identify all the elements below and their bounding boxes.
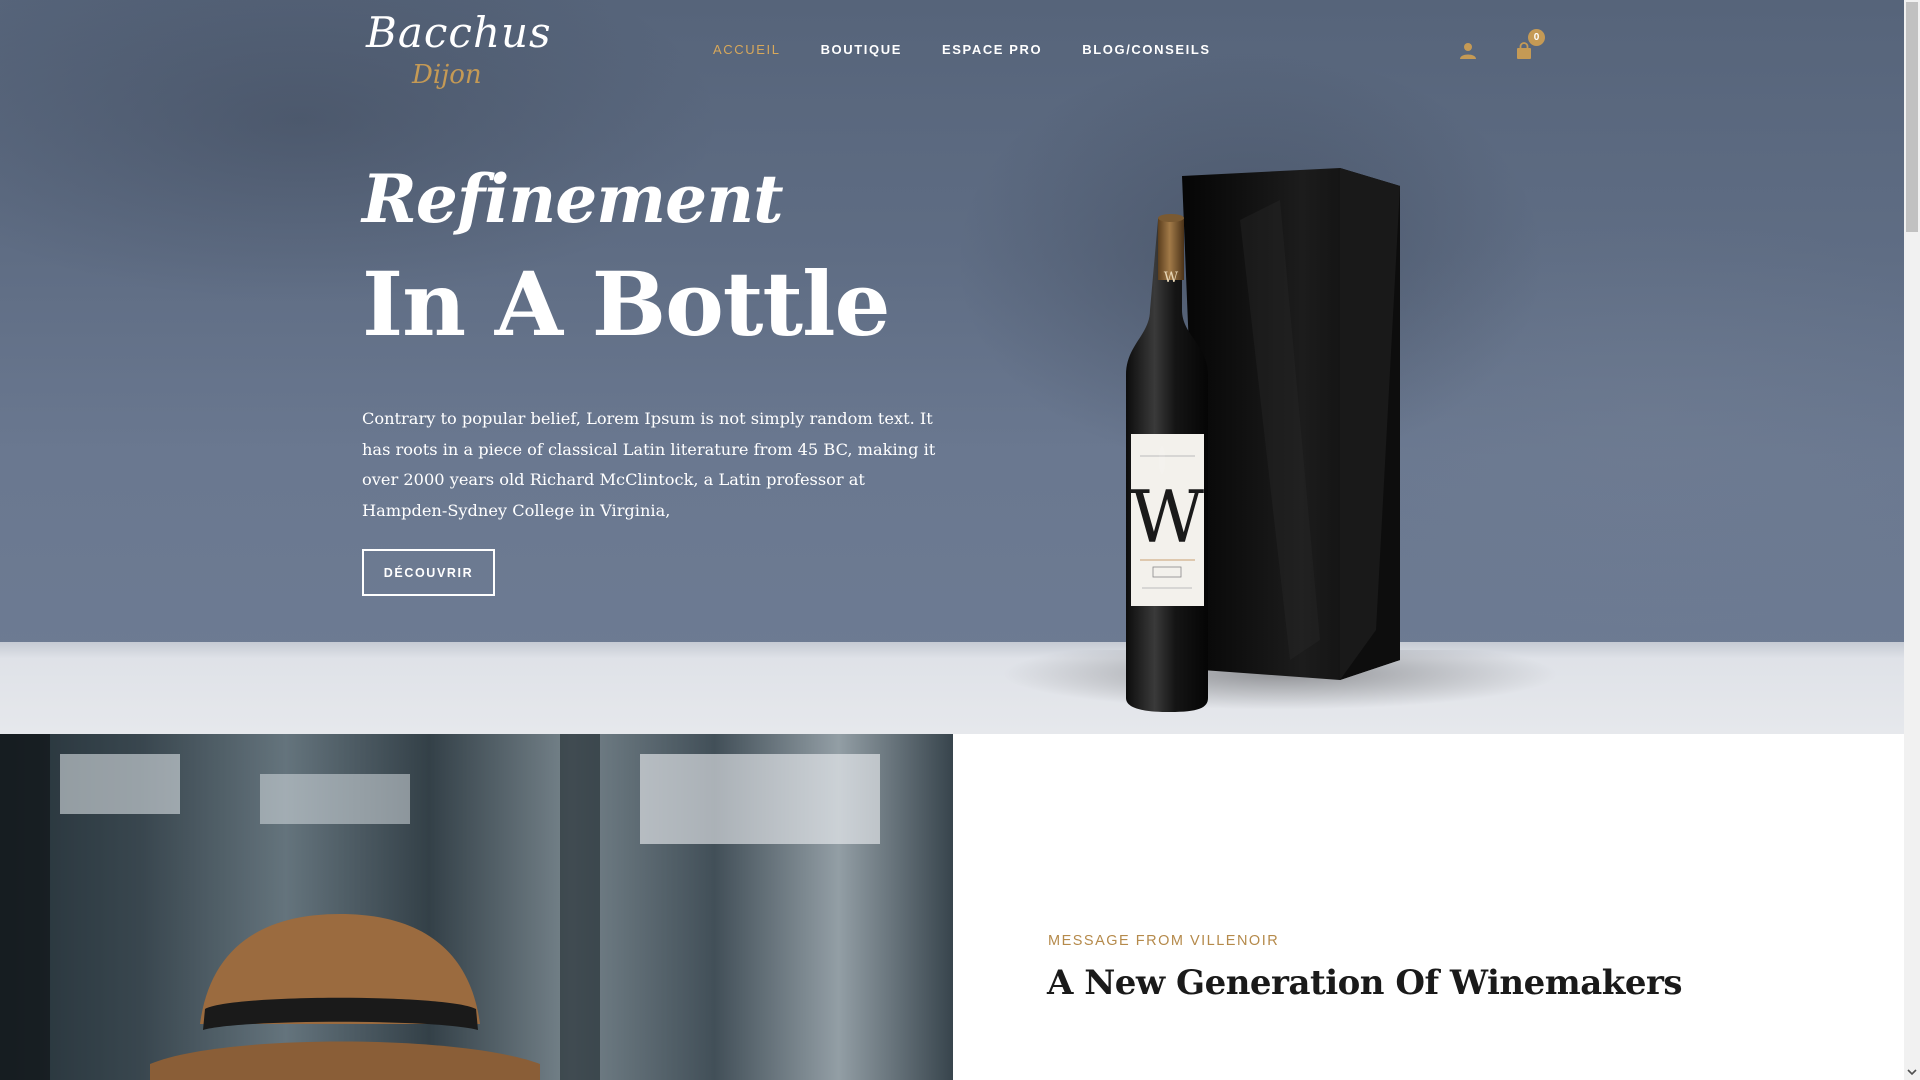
about-section: MESSAGE FROM VILLENOIR A New Generation … bbox=[953, 734, 1904, 1080]
shopping-bag-icon[interactable] bbox=[1516, 42, 1532, 60]
about-kicker: MESSAGE FROM VILLENOIR bbox=[1048, 933, 1280, 949]
hero-description: Contrary to popular belief, Lorem Ipsum … bbox=[362, 409, 936, 520]
winemaker-photo bbox=[0, 734, 953, 1080]
nav-item-boutique[interactable]: BOUTIQUE bbox=[821, 42, 902, 57]
site-logo[interactable]: Bacchus Dijon bbox=[366, 8, 551, 92]
main-nav: ACCUEIL BOUTIQUE ESPACE PRO BLOG/CONSEIL… bbox=[713, 42, 1211, 57]
hero-section: Bacchus Dijon ACCUEIL BOUTIQUE ESPACE PR… bbox=[0, 0, 1904, 734]
cart-count-badge: 0 bbox=[1528, 29, 1545, 46]
photo-scene bbox=[0, 734, 953, 1080]
logo-sub-text: Dijon bbox=[412, 60, 482, 90]
wine-bottle-product-image: W W bbox=[1126, 168, 1400, 712]
scroll-down-arrow-icon[interactable] bbox=[1907, 1068, 1917, 1076]
hero-title-line1: Refinement bbox=[362, 160, 784, 238]
page-scrollbar[interactable] bbox=[1904, 0, 1920, 1080]
about-title: A New Generation Of Winemakers bbox=[1047, 963, 1683, 1003]
nav-item-espace-pro[interactable]: ESPACE PRO bbox=[942, 42, 1042, 57]
logo-main-text: Bacchus bbox=[366, 8, 552, 57]
nav-item-accueil[interactable]: ACCUEIL bbox=[713, 42, 781, 57]
cap-monogram: W bbox=[1164, 270, 1179, 286]
discover-button[interactable]: DÉCOUVRIR bbox=[362, 549, 495, 596]
hero-title-line2: In A Bottle bbox=[362, 252, 890, 356]
nav-item-blog-conseils[interactable]: BLOG/CONSEILS bbox=[1082, 42, 1210, 57]
label-monogram: W bbox=[1130, 475, 1204, 559]
scrollbar-thumb[interactable] bbox=[1906, 2, 1918, 232]
hero-floor bbox=[0, 642, 1904, 734]
user-icon[interactable] bbox=[1459, 42, 1477, 60]
